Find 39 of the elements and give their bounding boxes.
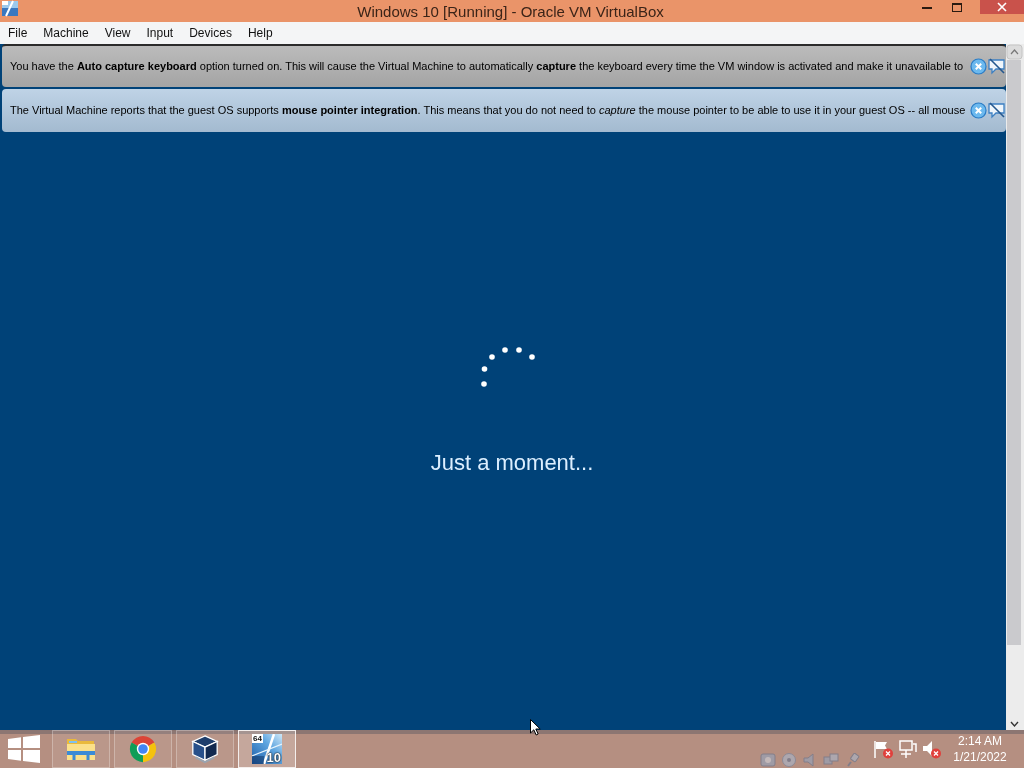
close-icon bbox=[997, 2, 1007, 12]
close-icon[interactable] bbox=[970, 58, 987, 75]
clock-time: 2:14 AM bbox=[957, 733, 1003, 749]
network-monitors-icon bbox=[823, 753, 839, 767]
version-label: 10 bbox=[266, 751, 281, 764]
taskbar-button[interactable] bbox=[176, 730, 234, 768]
notification-text: The Virtual Machine reports that the guest OS supports mouse pointer integration. This means that you do not need to capture the mouse pointer to be able to use it in your guest OS -- all mouse bbox=[10, 103, 967, 119]
menu-item[interactable]: Machine bbox=[35, 22, 97, 44]
usb-plug-icon bbox=[844, 753, 860, 767]
menu-item[interactable]: Help bbox=[239, 22, 281, 44]
menu-item[interactable]: View bbox=[96, 22, 139, 44]
windows-logo-icon bbox=[8, 735, 40, 763]
menu-item[interactable]: Input bbox=[138, 22, 182, 44]
menu-item[interactable]: Devices bbox=[181, 22, 240, 44]
version-badge: 64 bbox=[252, 734, 263, 743]
speech-bubble-crossed-icon[interactable] bbox=[987, 58, 1006, 75]
close-button[interactable] bbox=[980, 0, 1024, 14]
taskbar-button[interactable]: 64 10 bbox=[238, 730, 296, 768]
clock-date: 1/21/2022 bbox=[952, 749, 1008, 765]
scroll-up-icon[interactable] bbox=[1006, 44, 1024, 60]
minimize-icon bbox=[922, 5, 932, 9]
cube-icon bbox=[190, 734, 220, 764]
vertical-scrollbar[interactable] bbox=[1006, 44, 1024, 730]
loading-spinner bbox=[480, 346, 536, 388]
window-title: Windows 10 [Running] - Oracle VM VirtualBox bbox=[357, 3, 664, 20]
speaker-muted-icon[interactable] bbox=[922, 740, 942, 759]
close-icon[interactable] bbox=[970, 102, 987, 119]
optical-disc-icon bbox=[781, 753, 797, 767]
flag-error-icon[interactable] bbox=[872, 740, 894, 759]
mouse-cursor-icon bbox=[530, 719, 541, 736]
maximize-icon bbox=[952, 2, 962, 12]
scrollbar-thumb[interactable] bbox=[1007, 60, 1021, 645]
notification-text: You have the Auto capture keyboard option turned on. This will cause the Virtual Machine to automatically capture the keyboard every time the VM window is activated and make it unavailable to bbox=[10, 59, 965, 75]
network-icon[interactable] bbox=[898, 740, 918, 759]
browser-logo-icon bbox=[128, 734, 158, 764]
menu-item[interactable]: File bbox=[0, 22, 36, 44]
app-icon bbox=[1, 0, 19, 17]
speech-bubble-crossed-icon[interactable] bbox=[987, 102, 1006, 119]
status-message: Just a moment... bbox=[430, 450, 594, 476]
